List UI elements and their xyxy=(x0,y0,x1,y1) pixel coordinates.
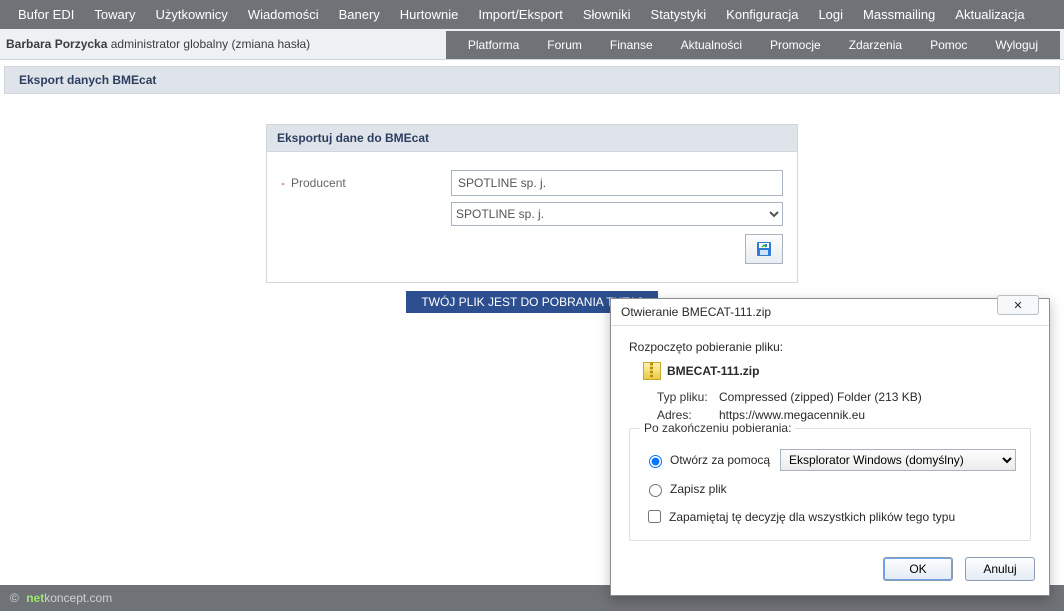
user-bar: Barbara Porzycka administrator globalny … xyxy=(0,29,1064,60)
nav-bufor-edi[interactable]: Bufor EDI xyxy=(8,3,84,26)
nav-banery[interactable]: Banery xyxy=(329,3,390,26)
subnav-finanse[interactable]: Finanse xyxy=(596,34,667,56)
card-title: Eksportuj dane do BMEcat xyxy=(267,125,797,152)
producer-input[interactable] xyxy=(451,170,783,196)
footer-brand-rest: koncept.com xyxy=(44,591,112,605)
subnav-zdarzenia[interactable]: Zdarzenia xyxy=(835,34,916,56)
change-password-link[interactable]: (zmiana hasła) xyxy=(231,37,310,51)
open-with-radio[interactable] xyxy=(649,455,662,468)
export-card: Eksportuj dane do BMEcat -Producent SPOT… xyxy=(266,124,798,283)
nav-aktualizacja[interactable]: Aktualizacja xyxy=(945,3,1034,26)
nav-statystyki[interactable]: Statystyki xyxy=(641,3,717,26)
dialog-title: Otwieranie BMECAT-111.zip xyxy=(621,305,997,319)
nav-logi[interactable]: Logi xyxy=(808,3,853,26)
nav-slowniki[interactable]: Słowniki xyxy=(573,3,641,26)
file-address-value: https://www.megacennik.eu xyxy=(719,408,865,422)
after-download-label: Po zakończeniu pobierania: xyxy=(640,421,795,435)
nav-import-eksport[interactable]: Import/Eksport xyxy=(468,3,573,26)
dialog-filename: BMECAT-111.zip xyxy=(667,364,759,378)
file-type-value: Compressed (zipped) Folder (213 KB) xyxy=(719,390,922,404)
zip-file-icon xyxy=(643,362,661,380)
subnav-aktualnosci[interactable]: Aktualności xyxy=(667,34,756,56)
nav-uzytkownicy[interactable]: Użytkownicy xyxy=(146,3,238,26)
card-body: -Producent SPOTLINE sp. j. xyxy=(267,152,797,282)
current-user: Barbara Porzycka administrator globalny … xyxy=(0,29,446,59)
producer-select[interactable]: SPOTLINE sp. j. xyxy=(451,202,783,226)
save-export-button[interactable] xyxy=(745,234,783,264)
open-with-label: Otwórz za pomocą xyxy=(670,453,770,467)
top-nav: Bufor EDI Towary Użytkownicy Wiadomości … xyxy=(0,0,1064,29)
sub-nav: Platforma Forum Finanse Aktualności Prom… xyxy=(446,31,1060,59)
dialog-content: Rozpoczęto pobieranie pliku: BMECAT-111.… xyxy=(611,326,1049,549)
subnav-wyloguj[interactable]: Wyloguj xyxy=(981,34,1052,56)
remember-choice-checkbox[interactable] xyxy=(648,510,661,523)
file-address-label: Adres: xyxy=(657,408,719,422)
file-type-label: Typ pliku: xyxy=(657,390,719,404)
nav-hurtownie[interactable]: Hurtownie xyxy=(390,3,469,26)
dialog-actions: OK Anuluj xyxy=(611,549,1049,595)
remember-choice-label: Zapamiętaj tę decyzję dla wszystkich pli… xyxy=(669,510,955,524)
copyright-icon: © xyxy=(10,591,19,605)
download-dialog: Otwieranie BMECAT-111.zip ✕ Rozpoczęto p… xyxy=(610,298,1050,596)
save-file-radio[interactable] xyxy=(649,484,662,497)
nav-massmailing[interactable]: Massmailing xyxy=(853,3,945,26)
producer-label: -Producent xyxy=(281,176,451,190)
section-title: Eksport danych BMEcat xyxy=(4,66,1060,94)
close-icon: ✕ xyxy=(1013,299,1022,312)
dialog-titlebar: Otwieranie BMECAT-111.zip ✕ xyxy=(611,299,1049,326)
save-file-label: Zapisz plik xyxy=(670,482,727,496)
user-role: administrator globalny xyxy=(111,37,228,51)
subnav-platforma[interactable]: Platforma xyxy=(454,34,533,56)
nav-konfiguracja[interactable]: Konfiguracja xyxy=(716,3,808,26)
floppy-disk-icon xyxy=(756,241,772,257)
dialog-ok-button[interactable]: OK xyxy=(883,557,953,581)
user-name: Barbara Porzycka xyxy=(6,37,107,51)
after-download-group: Po zakończeniu pobierania: Otwórz za pom… xyxy=(629,428,1031,541)
dialog-file-row: BMECAT-111.zip xyxy=(643,362,1031,380)
nav-wiadomosci[interactable]: Wiadomości xyxy=(238,3,329,26)
subnav-promocje[interactable]: Promocje xyxy=(756,34,835,56)
nav-towary[interactable]: Towary xyxy=(84,3,145,26)
download-started-label: Rozpoczęto pobieranie pliku: xyxy=(629,340,1031,354)
dialog-close-button[interactable]: ✕ xyxy=(997,295,1039,315)
subnav-pomoc[interactable]: Pomoc xyxy=(916,34,981,56)
open-with-app-select[interactable]: Eksplorator Windows (domyślny) xyxy=(780,449,1016,471)
footer-brand-accent: net xyxy=(26,591,44,605)
subnav-forum[interactable]: Forum xyxy=(533,34,596,56)
dialog-cancel-button[interactable]: Anuluj xyxy=(965,557,1035,581)
